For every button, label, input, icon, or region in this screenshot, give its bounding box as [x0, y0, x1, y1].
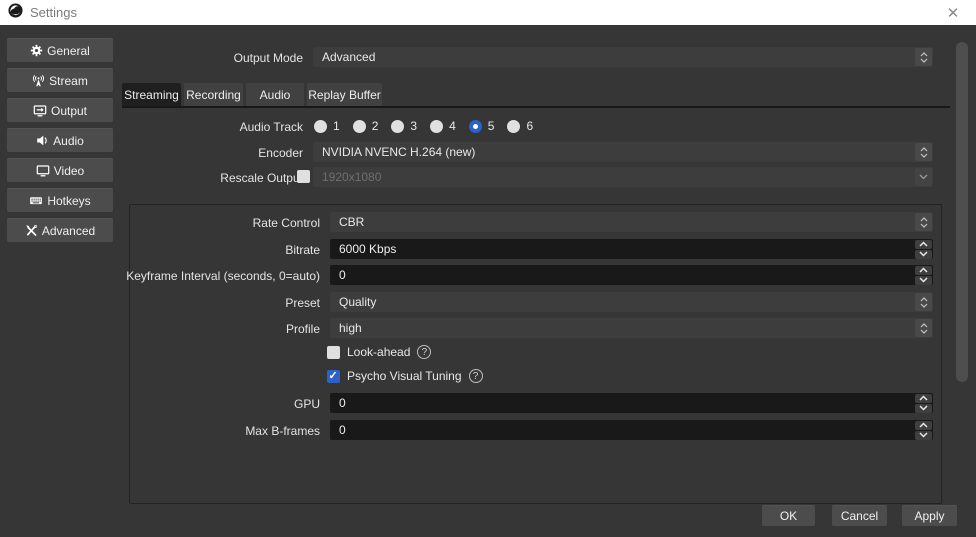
rescale-output-label: Rescale Output [3, 171, 303, 185]
tab-recording[interactable]: Recording [184, 83, 243, 107]
apply-button[interactable]: Apply [902, 505, 957, 527]
tab-audio[interactable]: Audio [246, 83, 304, 107]
radio-label: 4 [449, 119, 456, 133]
titlebar: Settings ✕ [0, 0, 976, 25]
bitrate-label: Bitrate [20, 243, 320, 257]
radio-icon [391, 120, 404, 133]
radio-label: 6 [526, 119, 533, 133]
vertical-scrollbar[interactable] [956, 42, 968, 382]
chevron-down-icon [915, 168, 932, 186]
spinner-icon[interactable] [915, 48, 932, 66]
bitrate-value: 6000 Kbps [330, 242, 915, 256]
profile-label: Profile [20, 322, 320, 336]
keyframe-interval-input[interactable]: 0 [330, 265, 933, 285]
gpu-value: 0 [330, 396, 915, 410]
profile-select[interactable]: high [330, 318, 933, 338]
obs-logo-icon [8, 3, 23, 23]
spinner-icon[interactable] [915, 213, 932, 231]
sidebar-item-label: Hotkeys [47, 194, 90, 208]
rescale-resolution-select: 1920x1080 [313, 167, 933, 187]
radio-track-5[interactable]: 5 [469, 119, 495, 133]
radio-label: 1 [333, 119, 340, 133]
gpu-input[interactable]: 0 [330, 393, 933, 413]
keyframe-interval-value: 0 [330, 268, 915, 282]
preset-select[interactable]: Quality [330, 292, 933, 312]
sidebar-item-stream[interactable]: Stream [7, 68, 113, 93]
spin-up-icon[interactable] [915, 266, 932, 275]
spin-down-icon[interactable] [915, 250, 932, 259]
radio-label: 5 [488, 119, 495, 133]
tab-replay-buffer[interactable]: Replay Buffer [307, 83, 382, 107]
tab-label: Audio [260, 88, 291, 102]
bitrate-input[interactable]: 6000 Kbps [330, 239, 933, 259]
profile-value: high [330, 321, 914, 335]
tab-label: Streaming [124, 88, 179, 102]
sidebar-item-label: Output [51, 104, 87, 118]
help-icon[interactable]: ? [469, 369, 483, 383]
gpu-label: GPU [20, 397, 320, 411]
tab-label: Replay Buffer [308, 88, 381, 102]
spinner-icon[interactable] [915, 143, 932, 161]
output-mode-label: Output Mode [3, 51, 303, 65]
radio-icon [430, 120, 443, 133]
radio-checked-icon [469, 120, 482, 133]
radio-track-6[interactable]: 6 [507, 119, 533, 133]
max-b-frames-label: Max B-frames [20, 424, 320, 438]
keyframe-interval-label: Keyframe Interval (seconds, 0=auto) [20, 269, 320, 283]
rate-control-select[interactable]: CBR [330, 212, 933, 232]
output-mode-value: Advanced [313, 50, 914, 64]
audio-track-radio-group: 1 2 3 4 5 6 [314, 119, 533, 133]
radio-label: 3 [410, 119, 417, 133]
radio-label: 2 [372, 119, 379, 133]
rate-control-label: Rate Control [20, 216, 320, 230]
radio-track-3[interactable]: 3 [391, 119, 417, 133]
look-ahead-row: Look-ahead ? [327, 345, 431, 359]
spin-down-icon[interactable] [915, 404, 932, 413]
audio-track-label: Audio Track [3, 120, 303, 134]
max-b-frames-input[interactable]: 0 [330, 420, 933, 440]
psycho-visual-tuning-label: Psycho Visual Tuning [347, 369, 462, 383]
spin-down-icon[interactable] [915, 276, 932, 285]
spin-up-icon[interactable] [915, 240, 932, 249]
encoder-value: NVIDIA NVENC H.264 (new) [313, 145, 914, 159]
cancel-button[interactable]: Cancel [832, 505, 887, 527]
sidebar-item-hotkeys[interactable]: Hotkeys [7, 188, 113, 213]
spin-down-icon[interactable] [915, 431, 932, 440]
help-icon[interactable]: ? [417, 345, 431, 359]
sidebar-item-label: Stream [49, 74, 88, 88]
look-ahead-checkbox[interactable] [327, 346, 340, 359]
psycho-visual-tuning-row: Psycho Visual Tuning ? [327, 369, 483, 383]
encoder-label: Encoder [3, 146, 303, 160]
rescale-resolution-value: 1920x1080 [313, 170, 914, 184]
encoder-select[interactable]: NVIDIA NVENC H.264 (new) [313, 142, 933, 162]
radio-icon [314, 120, 327, 133]
spinner-icon[interactable] [915, 319, 932, 337]
tab-streaming[interactable]: Streaming [122, 83, 181, 107]
tab-label: Recording [186, 88, 241, 102]
max-b-frames-value: 0 [330, 423, 915, 437]
spin-up-icon[interactable] [915, 394, 932, 403]
radio-track-1[interactable]: 1 [314, 119, 340, 133]
output-display-icon [33, 104, 47, 117]
radio-icon [507, 120, 520, 133]
preset-label: Preset [20, 296, 320, 310]
rate-control-value: CBR [330, 215, 914, 229]
output-mode-select[interactable]: Advanced [313, 47, 933, 67]
psycho-visual-tuning-checkbox[interactable] [327, 370, 340, 383]
close-icon[interactable]: ✕ [936, 0, 970, 25]
ok-button[interactable]: OK [762, 505, 815, 527]
rescale-output-checkbox[interactable] [297, 170, 310, 183]
broadcast-icon [32, 74, 45, 87]
radio-track-2[interactable]: 2 [353, 119, 379, 133]
preset-value: Quality [330, 295, 914, 309]
radio-icon [353, 120, 366, 133]
window-title: Settings [30, 5, 77, 20]
radio-track-4[interactable]: 4 [430, 119, 456, 133]
spin-up-icon[interactable] [915, 421, 932, 430]
keyboard-icon [29, 194, 43, 207]
look-ahead-label: Look-ahead [347, 345, 410, 359]
tab-underline [122, 106, 950, 108]
spinner-icon[interactable] [915, 293, 932, 311]
